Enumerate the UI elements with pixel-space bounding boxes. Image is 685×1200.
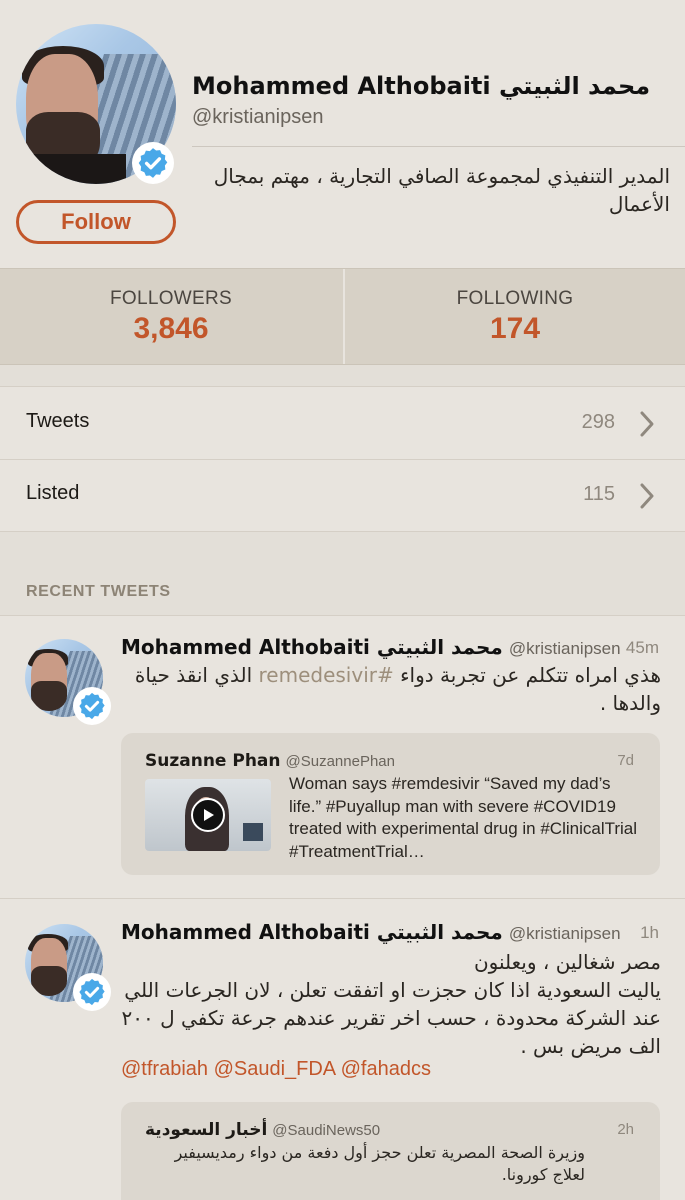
followers-count: 3,846 — [133, 311, 209, 345]
play-icon[interactable] — [191, 798, 225, 832]
section-spacer — [0, 365, 685, 387]
tweet-text: مصر شغالين ، ويعلنون ياليت السعودية اذا … — [121, 950, 661, 1058]
quoted-author: Suzanne Phan @SuzannePhan — [145, 751, 395, 771]
verified-badge-icon — [73, 973, 111, 1011]
chevron-right-icon — [640, 411, 654, 437]
stats-bar: FOLLOWERS 3,846 FOLLOWING 174 — [0, 268, 685, 365]
followers-stat[interactable]: FOLLOWERS 3,846 — [0, 269, 342, 364]
video-thumbnail[interactable] — [145, 779, 271, 851]
verified-badge-icon — [73, 687, 111, 725]
tweets-row-label: Tweets — [26, 410, 90, 432]
chevron-right-icon — [640, 483, 654, 509]
tweet-author-handle: @kristianipsen — [508, 924, 621, 943]
tweet-item[interactable]: Mohammed Althobaiti محمد الثبيتي @kristia… — [0, 900, 685, 1200]
profile-name: Mohammed Althobaiti محمد الثبيتي — [192, 72, 651, 100]
tweets-row[interactable]: Tweets 298 — [0, 388, 685, 460]
tweet-text: هذي امراه تتكلم عن تجربة دواء #remedesiv… — [121, 661, 661, 717]
following-count: 174 — [489, 311, 541, 345]
follow-button[interactable]: Follow — [16, 200, 176, 244]
quoted-author-name: أخبار السعودية — [145, 1120, 268, 1140]
tweets-row-count: 298 — [581, 411, 615, 433]
listed-row[interactable]: Listed 115 — [0, 460, 685, 532]
quoted-time: 7d — [617, 752, 634, 769]
quoted-author-name: Suzanne Phan — [145, 751, 281, 771]
tweet-item[interactable]: Mohammed Althobaiti محمد الثبيتي @kristia… — [0, 617, 685, 899]
profile-handle: @kristianipsen — [192, 106, 324, 128]
tweet-time: 1h — [640, 923, 659, 942]
listed-row-count: 115 — [583, 483, 615, 505]
verified-badge-icon — [132, 142, 174, 184]
quoted-author-handle: @SuzannePhan — [285, 753, 395, 770]
quoted-text: وزيرة الصحة المصرية تعلن حجز أول دفعة من… — [174, 1143, 585, 1184]
quoted-author-handle: @SaudiNews50 — [272, 1122, 381, 1139]
tweet-mentions[interactable]: @tfrabiah @Saudi_FDA @fahadcs — [121, 1058, 431, 1081]
quoted-author: أخبار السعودية @SaudiNews50 — [145, 1120, 380, 1140]
tweet-author: Mohammed Althobaiti محمد الثبيتي @kristia… — [121, 635, 621, 659]
tweet-author-handle: @kristianipsen — [508, 639, 621, 658]
quoted-text: Woman says #remdesivir “Saved my dad’s l… — [289, 774, 638, 861]
tweet-author-name: Mohammed Althobaiti محمد الثبيتي — [121, 920, 503, 944]
recent-tweets-header — [0, 532, 685, 616]
tweet-author: Mohammed Althobaiti محمد الثبيتي @kristia… — [121, 920, 621, 944]
tweet-hashtag[interactable]: #remedesivir — [259, 663, 394, 687]
following-label: FOLLOWING — [456, 287, 574, 309]
listed-row-label: Listed — [26, 482, 80, 504]
quoted-tweet[interactable]: Suzanne Phan @SuzannePhan 7d Woman says #… — [121, 733, 660, 875]
header-divider — [192, 146, 685, 147]
tweet-author-name: Mohammed Althobaiti محمد الثبيتي — [121, 635, 503, 659]
quoted-tweet[interactable]: أخبار السعودية @SaudiNews50 2h وزيرة الصح… — [121, 1102, 660, 1200]
tweet-time: 45m — [625, 638, 659, 657]
quoted-time: 2h — [617, 1121, 634, 1138]
profile-bio: المدير التنفيذي لمجموعة الصافي التجارية … — [213, 164, 670, 216]
tweet-text-start: هذي امراه تتكلم عن تجربة دواء — [393, 663, 661, 687]
following-stat[interactable]: FOLLOWING 174 — [343, 269, 685, 364]
recent-tweets-title: RECENT TWEETS — [26, 583, 171, 600]
followers-label: FOLLOWERS — [110, 287, 232, 309]
